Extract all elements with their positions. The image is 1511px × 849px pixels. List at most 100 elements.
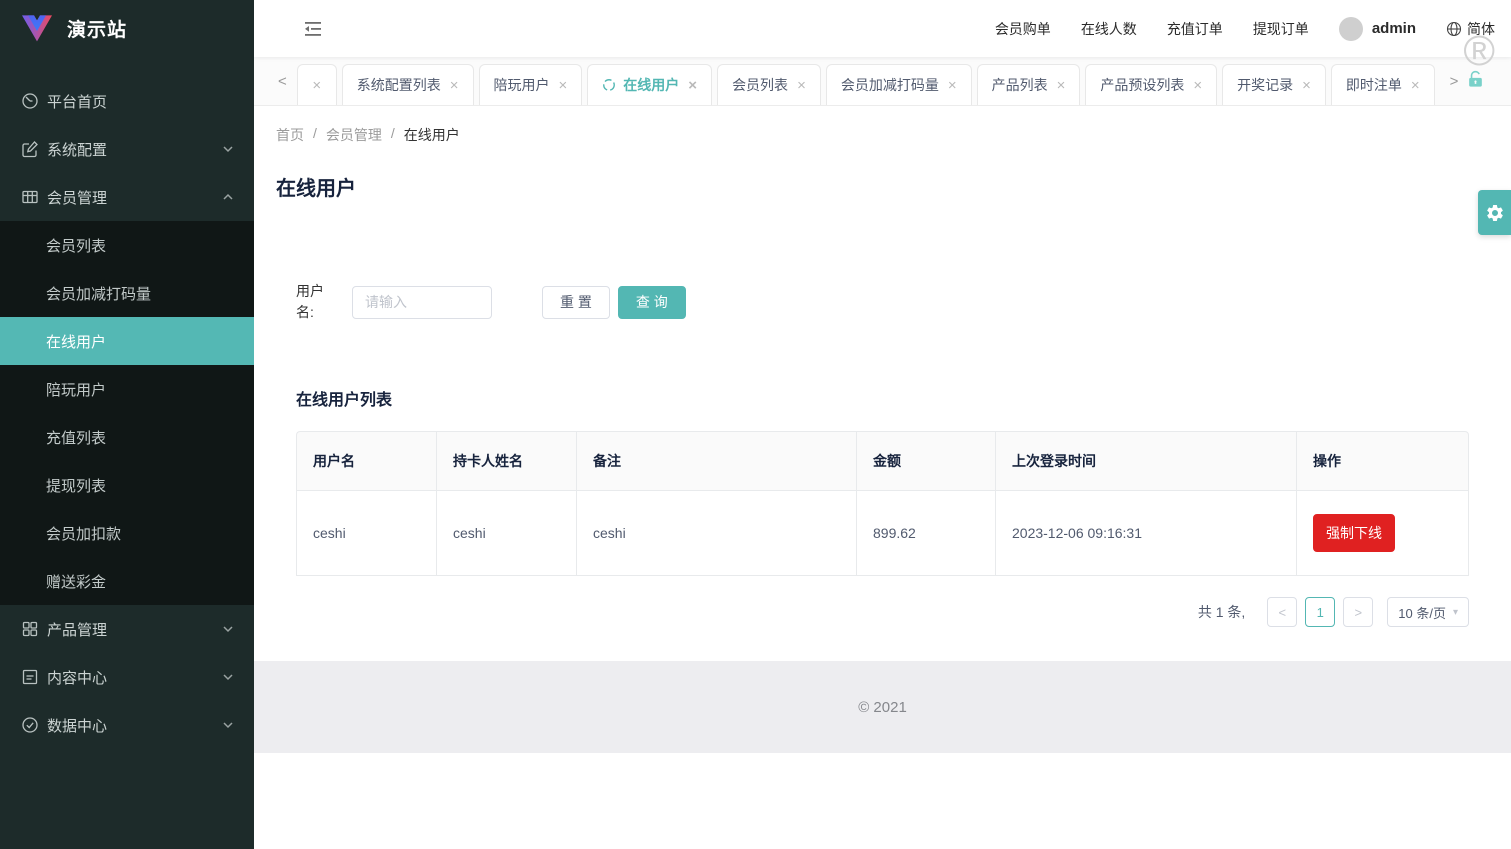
col-amount: 金额 (856, 431, 995, 491)
sidebar-item-member-debit-credit[interactable]: 会员加扣款 (0, 509, 254, 557)
tab-member-list[interactable]: 会员列表 × (717, 64, 821, 105)
brand: 演示站 (0, 0, 254, 57)
topbar-link-online-count[interactable]: 在线人数 (1081, 19, 1137, 39)
tab-close-icon[interactable]: × (948, 78, 957, 93)
check-circle-icon (22, 717, 38, 733)
page-title: 在线用户 (276, 178, 356, 200)
tab-lottery-records[interactable]: 开奖记录 × (1222, 64, 1326, 105)
tab-close-icon[interactable]: × (1411, 78, 1420, 93)
table-header-row: 用户名 持卡人姓名 备注 金额 上次登录时间 操作 (296, 431, 1469, 491)
breadcrumb-separator: / (313, 125, 317, 141)
submenu-label: 赠送彩金 (46, 573, 107, 591)
sidebar-item-companion-users[interactable]: 陪玩用户 (0, 365, 254, 413)
tab-close-icon[interactable]: × (797, 78, 806, 93)
sidebar-item-label: 内容中心 (47, 669, 108, 687)
breadcrumb-home[interactable]: 首页 (276, 125, 304, 145)
tab-close-icon[interactable]: × (1193, 78, 1202, 93)
tab-label: 产品预设列表 (1100, 77, 1185, 93)
cell-last-login: 2023-12-06 09:16:31 (995, 491, 1296, 576)
pagination-next-icon[interactable]: > (1343, 597, 1374, 627)
submenu-label: 会员加扣款 (46, 525, 122, 543)
topbar-link-member-orders[interactable]: 会员购单 (995, 19, 1051, 39)
chevron-down-icon (223, 626, 233, 633)
tab-product-preset-list[interactable]: 产品预设列表 × (1085, 64, 1218, 105)
pagination-prev-icon[interactable]: < (1267, 597, 1298, 627)
sidebar-item-gift-bonus[interactable]: 赠送彩金 (0, 557, 254, 605)
tabs-scroll-right-icon[interactable]: > (1440, 73, 1463, 90)
query-button[interactable]: 查 询 (617, 285, 686, 319)
avatar (1338, 16, 1363, 41)
page-content: 首页 / 会员管理 / 在线用户 在线用户 用户名: 重 置 查 询 在线用户列… (254, 106, 1511, 661)
document-icon (22, 669, 38, 685)
tab-close-icon[interactable]: × (1057, 78, 1066, 93)
page-size-select[interactable]: 10 条/页 ▾ (1387, 597, 1469, 627)
sidebar-submenu-members: 会员列表 会员加减打码量 在线用户 陪玩用户 充值列表 提现列表 会员加扣款 赠… (0, 221, 254, 605)
topbar-link-recharge-orders[interactable]: 充值订单 (1167, 19, 1223, 39)
sidebar-item-system[interactable]: 系统配置 (0, 125, 254, 173)
tab-close-icon[interactable]: × (450, 78, 459, 93)
chevron-down-icon (223, 146, 233, 153)
pagination: 共 1 条, < 1 > 10 条/页 ▾ (296, 597, 1469, 627)
tab-companion-users[interactable]: 陪玩用户 × (478, 64, 583, 105)
registered-mark: ® (1463, 27, 1495, 75)
sidebar-item-member-betting-adjust[interactable]: 会员加减打码量 (0, 269, 254, 317)
reset-button[interactable]: 重 置 (542, 285, 610, 319)
table-icon (22, 190, 38, 204)
user-menu[interactable]: admin (1338, 16, 1416, 41)
sidebar-item-label: 产品管理 (47, 621, 108, 639)
copyright-text: © 2021 (858, 698, 907, 716)
username: admin (1371, 20, 1416, 37)
chevron-up-icon (223, 193, 233, 200)
breadcrumb-members[interactable]: 会员管理 (326, 125, 382, 145)
chevron-down-icon: ▾ (1452, 606, 1458, 618)
tab-partial[interactable]: × (296, 64, 337, 105)
sidebar-item-content-center[interactable]: 内容中心 (0, 653, 254, 701)
sidebar-item-online-users[interactable]: 在线用户 (0, 317, 254, 365)
tab-bar: < × 系统配置列表 × 陪玩用户 × 在线用户 × 会员列表 × 会员加减打码量 × 产… (254, 57, 1511, 106)
tab-label: 陪玩用户 (493, 77, 550, 93)
sidebar-item-home[interactable]: 平台首页 (0, 77, 254, 125)
breadcrumb-separator: / (390, 125, 395, 141)
sidebar: 演示站 平台首页 系统配置 会员管理 会员列表 会员加减打码量 在线用户 陪玩用… (0, 0, 254, 849)
tab-online-users[interactable]: 在线用户 × (587, 64, 713, 105)
sidebar-item-label: 平台首页 (47, 93, 108, 111)
cell-cardholder: ceshi (436, 491, 576, 576)
main-area: 会员购单 在线人数 充值订单 提现订单 admin 简体 ® < × 系统配置列… (254, 0, 1511, 849)
brand-logo-icon (22, 15, 52, 42)
tab-member-betting-adjust[interactable]: 会员加减打码量 × (825, 64, 972, 105)
sidebar-item-withdraw-list[interactable]: 提现列表 (0, 461, 254, 509)
settings-panel-button[interactable] (1478, 190, 1511, 235)
col-username: 用户名 (296, 431, 436, 491)
tab-close-icon[interactable]: × (1302, 78, 1311, 93)
tab-live-bets[interactable]: 即时注单 × (1330, 64, 1435, 105)
force-offline-button[interactable]: 强制下线 (1313, 514, 1395, 552)
tab-label: 会员加减打码量 (840, 77, 939, 93)
sidebar-item-data-center[interactable]: 数据中心 (0, 701, 254, 749)
loading-icon (603, 79, 616, 91)
grid-icon (22, 621, 38, 637)
tab-label: 会员列表 (732, 77, 789, 93)
tabs-scroll-left-icon[interactable]: < (274, 73, 297, 90)
tab-close-icon[interactable]: × (688, 78, 697, 93)
sidebar-item-recharge-list[interactable]: 充值列表 (0, 413, 254, 461)
list-section-title: 在线用户列表 (296, 392, 393, 409)
search-form: 用户名: 重 置 查 询 (296, 281, 1469, 323)
tab-close-icon[interactable]: × (312, 78, 321, 93)
sidebar-item-member-list[interactable]: 会员列表 (0, 221, 254, 269)
tab-close-icon[interactable]: × (559, 78, 568, 93)
sidebar-collapse-icon[interactable] (302, 18, 324, 40)
dashboard-icon (22, 93, 38, 109)
tab-label: 在线用户 (623, 77, 680, 93)
col-remark: 备注 (576, 431, 856, 491)
tab-label: 即时注单 (1345, 77, 1402, 93)
sidebar-item-members[interactable]: 会员管理 (0, 173, 254, 221)
username-input[interactable] (352, 285, 492, 319)
tab-product-list[interactable]: 产品列表 × (976, 64, 1081, 105)
submenu-label: 提现列表 (46, 477, 107, 495)
tab-system-config-list[interactable]: 系统配置列表 × (341, 64, 474, 105)
topbar-link-withdraw-orders[interactable]: 提现订单 (1253, 19, 1309, 39)
topbar: 会员购单 在线人数 充值订单 提现订单 admin 简体 (254, 0, 1511, 57)
sidebar-item-products[interactable]: 产品管理 (0, 605, 254, 653)
pagination-page-1[interactable]: 1 (1305, 597, 1336, 627)
col-last-login: 上次登录时间 (995, 431, 1296, 491)
